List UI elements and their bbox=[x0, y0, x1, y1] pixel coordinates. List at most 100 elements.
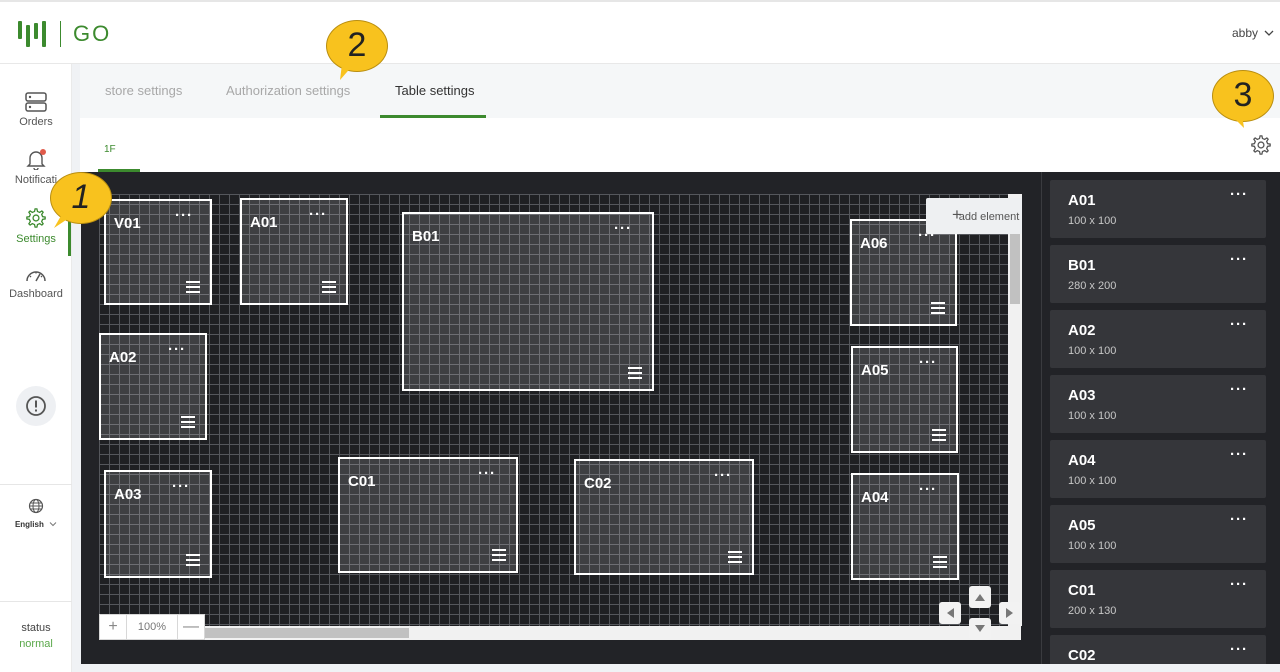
table-a03[interactable]: A03 ··· bbox=[104, 470, 212, 578]
sidebar-divider bbox=[0, 601, 72, 602]
add-element-button[interactable]: + add element bbox=[926, 198, 1022, 234]
drag-handle-icon[interactable] bbox=[931, 302, 945, 314]
table-c02[interactable]: C02 ··· bbox=[574, 459, 754, 575]
sidebar-item-label: Settings bbox=[16, 233, 56, 245]
sidebar-item-orders[interactable]: Orders bbox=[0, 92, 72, 128]
table-name: A05 bbox=[861, 362, 889, 379]
drag-handle-icon[interactable] bbox=[186, 554, 200, 566]
more-icon[interactable]: ··· bbox=[175, 207, 193, 224]
table-c01[interactable]: C01 ··· bbox=[338, 457, 518, 573]
more-icon[interactable]: ··· bbox=[168, 341, 186, 358]
table-a06[interactable]: A06 ··· bbox=[850, 219, 957, 326]
table-v01[interactable]: V01 ··· bbox=[104, 199, 212, 305]
table-a01[interactable]: A01 ··· bbox=[240, 198, 348, 305]
callout-tail bbox=[340, 64, 354, 80]
table-name: A04 bbox=[1068, 452, 1096, 469]
drag-handle-icon[interactable] bbox=[181, 416, 195, 428]
chevron-down-icon bbox=[1264, 30, 1274, 36]
more-icon[interactable]: ··· bbox=[1230, 316, 1248, 333]
table-name: A01 bbox=[1068, 192, 1096, 209]
status-value: normal bbox=[19, 638, 53, 650]
list-item[interactable]: A01 100 x 100 ··· bbox=[1050, 180, 1266, 238]
table-name: B01 bbox=[1068, 257, 1096, 274]
gear-icon bbox=[1251, 135, 1271, 155]
table-b01[interactable]: B01 ··· bbox=[402, 212, 654, 391]
pan-up-button[interactable] bbox=[969, 586, 991, 608]
table-settings-button[interactable] bbox=[1250, 134, 1272, 161]
more-icon[interactable]: ··· bbox=[478, 465, 496, 482]
more-icon[interactable]: ··· bbox=[919, 481, 937, 498]
floor-grid[interactable]: V01 ··· A01 ··· B01 ··· A06 ··· A02 ··· … bbox=[99, 194, 1021, 626]
table-a04[interactable]: A04 ··· bbox=[851, 473, 959, 580]
list-item[interactable]: C01 200 x 130 ··· bbox=[1050, 570, 1266, 628]
table-name: C02 bbox=[584, 475, 612, 492]
table-name: B01 bbox=[412, 228, 440, 245]
user-menu[interactable]: abby bbox=[1232, 26, 1274, 40]
pan-right-button[interactable] bbox=[999, 602, 1021, 624]
drag-handle-icon[interactable] bbox=[933, 556, 947, 568]
list-item[interactable]: A05 100 x 100 ··· bbox=[1050, 505, 1266, 563]
more-icon[interactable]: ··· bbox=[919, 354, 937, 371]
floor-canvas: V01 ··· A01 ··· B01 ··· A06 ··· A02 ··· … bbox=[81, 172, 1280, 664]
triangle-up-icon bbox=[975, 594, 985, 601]
sidebar-item-label: Dashboard bbox=[9, 288, 63, 300]
more-icon[interactable]: ··· bbox=[1230, 186, 1248, 203]
drag-handle-icon[interactable] bbox=[186, 281, 200, 293]
zoom-in-button[interactable]: + bbox=[100, 615, 126, 639]
more-icon[interactable]: ··· bbox=[1230, 251, 1248, 268]
table-a02[interactable]: A02 ··· bbox=[99, 333, 207, 440]
globe-icon bbox=[28, 498, 44, 514]
drag-handle-icon[interactable] bbox=[728, 551, 742, 563]
callout-number: 3 bbox=[1233, 76, 1253, 114]
sidebar-item-dashboard[interactable]: Dashboard bbox=[0, 266, 72, 300]
alert-button[interactable] bbox=[16, 386, 56, 426]
table-name: A02 bbox=[109, 349, 137, 366]
callout-tail bbox=[1230, 114, 1244, 128]
table-name: A04 bbox=[861, 489, 889, 506]
list-item[interactable]: A04 100 x 100 ··· bbox=[1050, 440, 1266, 498]
drag-handle-icon[interactable] bbox=[628, 367, 642, 379]
tab-store-settings[interactable]: store settings bbox=[105, 83, 182, 98]
table-name: A03 bbox=[1068, 387, 1096, 404]
more-icon[interactable]: ··· bbox=[172, 478, 190, 495]
drag-handle-icon[interactable] bbox=[932, 429, 946, 441]
more-icon[interactable]: ··· bbox=[1230, 446, 1248, 463]
drag-handle-icon[interactable] bbox=[322, 281, 336, 293]
triangle-right-icon bbox=[1006, 608, 1013, 618]
tab-table-settings[interactable]: Table settings bbox=[395, 83, 475, 98]
list-item[interactable]: A02 100 x 100 ··· bbox=[1050, 310, 1266, 368]
zoom-out-button[interactable]: — bbox=[178, 615, 204, 639]
table-size: 200 x 130 bbox=[1068, 605, 1117, 617]
more-icon[interactable]: ··· bbox=[309, 206, 327, 223]
horizontal-scrollbar-thumb[interactable] bbox=[203, 628, 409, 638]
floor-tab-1f[interactable]: 1F bbox=[104, 144, 116, 155]
table-size: 100 x 100 bbox=[1068, 215, 1117, 227]
table-size: 100 x 100 bbox=[1068, 345, 1117, 357]
table-list-panel: A01 100 x 100 ··· B01 280 x 200 ··· A02 … bbox=[1041, 172, 1279, 664]
more-icon[interactable]: ··· bbox=[1230, 381, 1248, 398]
app-root: GO abby Orders Notificati Settings Dashb… bbox=[0, 0, 1280, 672]
more-icon[interactable]: ··· bbox=[614, 220, 632, 237]
more-icon[interactable]: ··· bbox=[714, 467, 732, 484]
app-logo[interactable]: GO bbox=[18, 20, 111, 48]
more-icon[interactable]: ··· bbox=[1230, 641, 1248, 658]
table-a05[interactable]: A05 ··· bbox=[851, 346, 958, 453]
table-size: 280 x 200 bbox=[1068, 280, 1117, 292]
more-icon[interactable]: ··· bbox=[1230, 511, 1248, 528]
list-item[interactable]: C02 ··· bbox=[1050, 635, 1266, 664]
list-item[interactable]: B01 280 x 200 ··· bbox=[1050, 245, 1266, 303]
language-selector[interactable]: English bbox=[0, 498, 72, 529]
more-icon[interactable]: ··· bbox=[1230, 576, 1248, 593]
table-name: A01 bbox=[250, 214, 278, 231]
drag-handle-icon[interactable] bbox=[492, 549, 506, 561]
table-name: V01 bbox=[114, 215, 141, 232]
pan-down-button[interactable] bbox=[969, 618, 991, 640]
sidebar-divider bbox=[0, 484, 72, 485]
list-item[interactable]: A03 100 x 100 ··· bbox=[1050, 375, 1266, 433]
table-name: A05 bbox=[1068, 517, 1096, 534]
settings-tabs: store settings Authorization settings Ta… bbox=[80, 64, 1280, 118]
table-size: 100 x 100 bbox=[1068, 475, 1117, 487]
left-sidebar: Orders Notificati Settings Dashboard Eng… bbox=[0, 64, 72, 672]
tab-authorization-settings[interactable]: Authorization settings bbox=[226, 83, 350, 98]
pan-left-button[interactable] bbox=[939, 602, 961, 624]
